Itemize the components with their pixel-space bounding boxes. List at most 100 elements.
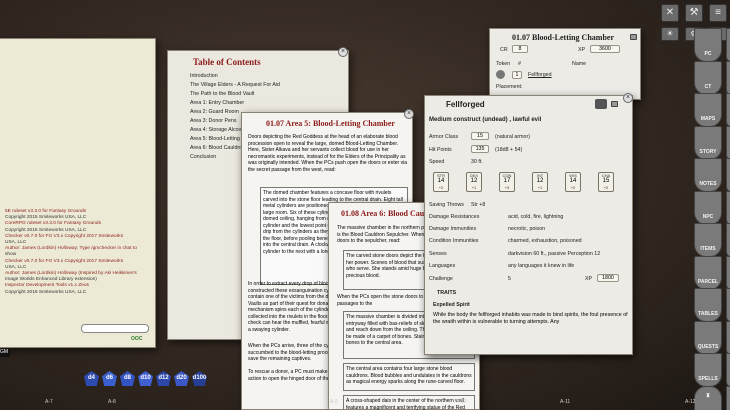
sidebar-parcel[interactable]: PARCEL [694,255,722,290]
portrait-icon[interactable] [595,99,607,109]
sidebar-extra-button[interactable] [726,125,730,160]
toc-item[interactable]: The Path to the Blood Vault [190,91,280,100]
traits-header: TRAITS [437,290,457,296]
ability-score: 15 [602,178,610,184]
sidebar-label: NOTES [699,181,717,187]
sidebar-pc[interactable]: PC [694,28,722,62]
sidebar-label: MAPS [700,116,716,122]
hp-value[interactable]: 135 [471,145,489,153]
dice-tower-icon[interactable]: ✕ [661,4,679,22]
grid-coordinate: A-7 [45,399,53,405]
encounter-window: 01.07 Blood-Letting Chamber CR 8 XP 3600… [489,28,641,100]
sidebar-tables[interactable]: TABLES [694,288,722,322]
sidebar-extra-button[interactable] [726,93,730,127]
sidebar-label: SPELLS [698,376,718,382]
story-paragraph: Doors depicting the Red Goddess at the h… [248,134,407,173]
count-value[interactable]: 1 [512,71,522,79]
dice-d20-icon[interactable]: d20 [174,371,189,386]
tools-icon[interactable]: ⚒ [685,4,703,22]
sidebar-label: QUESTS [697,343,719,350]
sidebar-extra-button[interactable] [726,385,730,410]
dr-label: Damage Resistances [429,214,480,220]
ability-score: 17 [503,178,511,184]
close-icon[interactable]: × [338,47,348,57]
toc-item[interactable]: Introduction [190,73,280,82]
ability-str[interactable]: STR 14 +2 [433,172,449,192]
npc-link[interactable]: Fellforged [528,72,552,78]
sidebar-extra-button[interactable] [726,320,730,355]
sidebar-extra-button[interactable] [726,353,730,387]
sidebar-extra-button[interactable] [726,158,730,192]
close-icon[interactable]: × [623,93,633,103]
dice-d12-icon[interactable]: d12 [156,371,171,386]
ability-score: 14 [569,178,577,184]
sidebar-extra-button[interactable] [726,190,730,225]
xp-label: XP [578,47,586,53]
ability-cha[interactable]: CHA 15 +2 [598,172,614,192]
sidebar-maps[interactable]: MAPS [694,93,722,127]
ac-note: (natural armor) [495,134,531,140]
desktop: ✕ ⚒ ≡ ☀ ⚙ ✎ PCCTMAPSSTORYNOTESNPCITEMSPA… [0,0,730,410]
lighting-icon[interactable]: ☀ [661,27,679,41]
sidebar-quests[interactable]: QUESTS [694,320,722,355]
sidebar-spells[interactable]: SPELLS [694,353,722,387]
ac-value[interactable]: 15 [471,132,489,140]
toc-item[interactable]: Area 1: Entry Chamber [190,100,280,109]
grid-coordinate: A-10 [456,399,467,405]
chat-window: 5E ruleset v3.3.0 for Fantasy Grounds Cop… [0,38,156,348]
ability-con[interactable]: CON 17 +3 [499,172,515,192]
sidebar-notes[interactable]: NOTES [694,158,722,192]
sidebar-ct[interactable]: CT [694,60,722,95]
token-label: Token [496,61,511,67]
dice-d10-icon[interactable]: d10 [138,371,153,386]
ability-modifier: +2 [570,185,576,190]
sidebar-extra-button[interactable] [726,255,730,290]
ac-label: Armor Class [429,134,459,140]
dice-d4-icon[interactable]: d4 [84,371,99,386]
sidebar-extra-button[interactable] [726,288,730,322]
npc-xp-value[interactable]: 1800 [597,274,619,282]
challenge-label: Challenge [429,276,453,282]
dice-d8-icon[interactable]: d8 [120,371,135,386]
challenge-value: 5 [508,276,511,282]
ability-dex[interactable]: DEX 12 +1 [466,172,482,192]
lock-icon[interactable] [611,101,618,107]
speed-value: 30 ft. [471,159,483,165]
hp-label: Hit Points [429,147,452,153]
token-icon[interactable] [496,70,505,79]
toc-item[interactable]: The Village Elders - A Request For Aid [190,82,280,91]
sidebar-story[interactable]: STORY [694,125,722,160]
sidebar-label: PARCEL [697,278,719,285]
ability-modifier: +3 [504,185,510,190]
chat-input[interactable] [81,324,149,333]
sidebar-npc[interactable]: NPC [694,190,722,225]
lock-icon[interactable] [630,34,637,40]
dice-d6-icon[interactable]: d6 [102,371,117,386]
close-icon[interactable]: × [404,109,414,119]
dr-value: acid, cold, fire, lightning [508,214,564,220]
sidebar-extra-button[interactable] [726,223,730,257]
grid-coordinate: A-12 [685,399,696,405]
ability-score: 14 [437,178,445,184]
npc-xp-label: XP [585,276,593,282]
npc-name: Fellforged [446,100,485,109]
sidebar-label: PC [704,51,712,57]
sidebar-extra-button[interactable] [726,60,730,95]
cr-value[interactable]: 8 [512,45,528,53]
grid-coordinate: A-9 [330,399,338,405]
npc-type: Medium construct (undead) , lawful evil [429,117,542,123]
sidebar-label: TABLES [698,311,718,317]
story-title: 01.07 Area 5: Blood-Letting Chamber [266,119,395,128]
sidebar-items[interactable]: ITEMS [694,223,722,257]
ability-wis[interactable]: WIS 14 +2 [565,172,581,192]
num-label: # [518,61,521,67]
ability-int[interactable]: INT 12 +1 [532,172,548,192]
xp-value[interactable]: 3600 [590,45,620,53]
ooc-label[interactable]: OOC [131,336,142,342]
ci-label: Condition Immunities [429,238,479,244]
dice-d100-icon[interactable]: d100 [192,371,207,386]
tower-icon[interactable]: ♜ [694,386,722,410]
sidebar-label: ITEMS [700,246,716,252]
library-icon[interactable]: ≡ [709,4,727,22]
sidebar-extra-button[interactable] [726,28,730,62]
